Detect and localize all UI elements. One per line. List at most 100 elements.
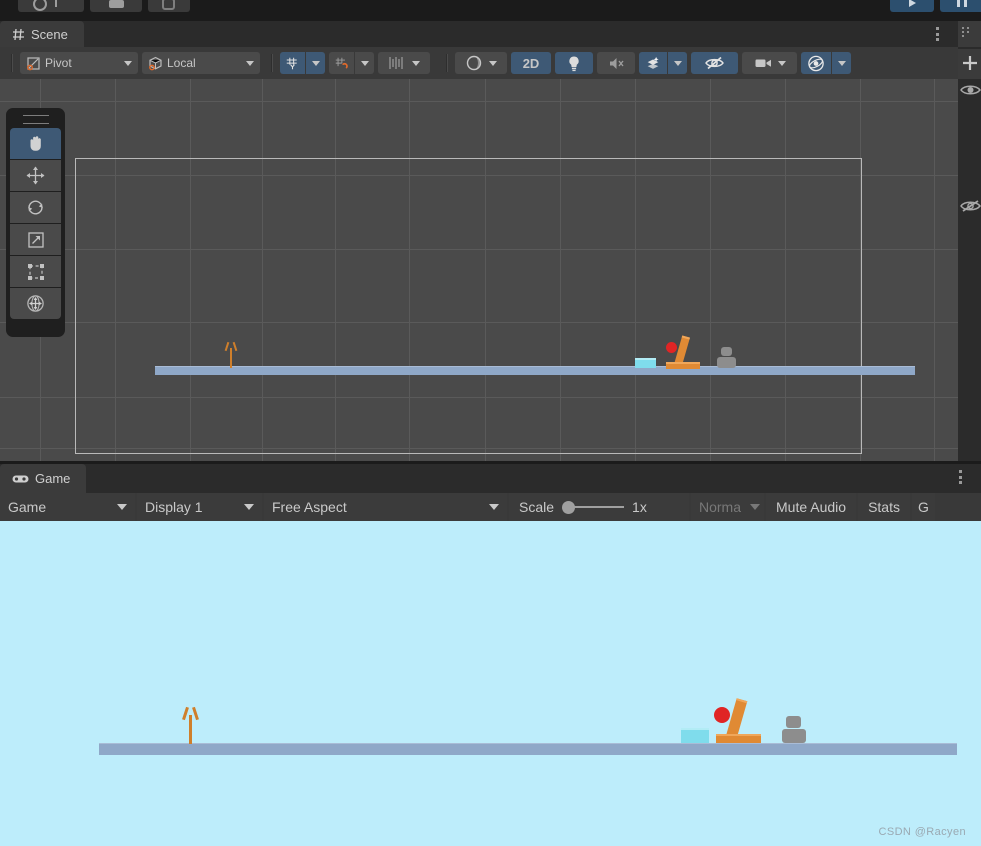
gizmos-dropdown[interactable]	[832, 52, 851, 74]
pivot-icon	[27, 56, 40, 70]
transform-tool[interactable]	[10, 288, 61, 319]
game-view-mode-dropdown[interactable]: Game	[0, 493, 135, 521]
pause-icon	[957, 0, 967, 7]
aspect-ratio-dropdown[interactable]: Free Aspect	[264, 493, 507, 521]
game-toolbar: Game Display 1 Free Aspect Scale 1x Norm…	[0, 493, 981, 521]
stats-button[interactable]: Stats	[858, 493, 910, 521]
aspect-ratio-label: Free Aspect	[272, 499, 347, 515]
game-viewport[interactable]: CSDN @Racyen	[0, 521, 981, 846]
grid-snap-dropdown[interactable]	[355, 52, 374, 74]
chevron-down-icon	[246, 60, 254, 66]
render-mode-label: Norma	[699, 499, 742, 515]
ground-platform	[99, 743, 957, 755]
toggle-2d-button[interactable]: 2D	[511, 52, 551, 74]
audio-mute-icon	[609, 57, 624, 69]
stone-bottom	[782, 729, 806, 743]
eye-icon[interactable]	[960, 83, 981, 102]
display-dropdown[interactable]: Display 1	[137, 493, 262, 521]
scale-tool[interactable]	[10, 224, 61, 255]
play-icon	[909, 0, 916, 7]
grid-magnet-icon	[335, 57, 348, 69]
rotate-icon	[28, 200, 43, 215]
chevron-down-icon	[412, 60, 420, 66]
unity-editor-window: Scene Pivot Local 2D Game Game Display 1…	[0, 0, 981, 846]
camera-settings-dropdown[interactable]	[742, 52, 797, 74]
toolbar-separator	[446, 54, 448, 72]
increment-snap-dropdown[interactable]	[378, 52, 430, 74]
chevron-down-icon	[777, 60, 786, 66]
right-side-panel-strip	[958, 21, 981, 461]
gizmos-button[interactable]: G	[911, 493, 935, 521]
tab-game[interactable]: Game	[0, 464, 87, 493]
stone-top	[786, 716, 801, 728]
game-view-mode-label: Game	[8, 499, 47, 515]
tab-scene[interactable]: Scene	[0, 21, 84, 47]
camera-icon	[755, 59, 771, 67]
cube-icon	[149, 56, 162, 70]
shaded-sphere-icon	[466, 55, 482, 70]
grid-snap-button[interactable]	[329, 52, 354, 74]
effects-dropdown[interactable]	[668, 52, 687, 74]
camera-frustum-gizmo	[75, 158, 862, 454]
shading-mode-dropdown[interactable]	[455, 52, 507, 74]
game-panel: Game Game Display 1 Free Aspect Scale 1x…	[0, 464, 981, 846]
mute-audio-button[interactable]: Mute Audio	[766, 493, 857, 521]
hand-tool[interactable]	[10, 128, 61, 159]
scene-kebab-menu-icon[interactable]	[930, 26, 944, 42]
grid-axis-dropdown[interactable]	[306, 52, 325, 74]
handle-space-dropdown[interactable]: Local	[142, 52, 260, 74]
effects-icon	[647, 56, 659, 69]
pause-button[interactable]	[940, 0, 981, 12]
main-toolbar	[0, 0, 981, 21]
game-kebab-menu-icon[interactable]	[953, 469, 967, 485]
scene-tab-row: Scene	[0, 21, 958, 47]
slingshot	[224, 341, 239, 368]
chevron-down-icon	[244, 504, 254, 510]
gizmos-button[interactable]	[801, 52, 831, 74]
render-mode-dropdown[interactable]: Norma	[691, 493, 764, 521]
handle-space-label: Local	[167, 56, 196, 70]
ground-platform	[155, 366, 915, 375]
effects-button[interactable]	[639, 52, 667, 74]
scale-icon	[27, 231, 44, 248]
display-label: Display 1	[145, 499, 203, 515]
layout-button[interactable]	[148, 0, 190, 12]
rect-transform-tool[interactable]	[10, 256, 61, 287]
watermark: CSDN @Racyen	[878, 826, 966, 838]
wooden-plank-base	[666, 362, 700, 369]
scale-value: 1x	[632, 499, 647, 515]
tab-scene-label: Scene	[31, 26, 68, 42]
pivot-mode-label: Pivot	[45, 56, 72, 70]
eye-slash-icon	[704, 56, 724, 70]
gamepad-icon	[12, 473, 29, 485]
wooden-plank-base	[716, 734, 761, 743]
red-ball	[714, 707, 730, 723]
scene-panel: Scene Pivot Local 2D	[0, 21, 958, 461]
chevron-down-icon	[750, 504, 760, 510]
rotate-tool[interactable]	[10, 192, 61, 223]
hidden-objects-toggle[interactable]	[691, 52, 738, 74]
toolbar-separator	[11, 54, 13, 72]
grid-axis-button[interactable]	[280, 52, 305, 74]
play-button[interactable]	[890, 0, 934, 12]
cloud-account-icon	[33, 0, 57, 11]
scene-toolbar: Pivot Local 2D	[0, 47, 958, 79]
move-tool[interactable]	[10, 160, 61, 191]
pivot-mode-dropdown[interactable]: Pivot	[20, 52, 138, 74]
drag-handle-icon[interactable]	[22, 115, 49, 124]
plus-icon[interactable]	[962, 55, 978, 76]
layers-icon	[109, 0, 124, 8]
scale-control[interactable]: Scale 1x	[509, 493, 689, 521]
scale-slider[interactable]	[562, 500, 625, 514]
layers-button[interactable]	[90, 0, 142, 12]
tab-game-label: Game	[35, 471, 71, 486]
audio-toggle-button[interactable]	[597, 52, 635, 74]
lighting-toggle-button[interactable]	[555, 52, 593, 74]
scene-viewport[interactable]	[0, 79, 958, 461]
chevron-down-icon	[124, 60, 132, 66]
toolbar-separator	[271, 54, 273, 72]
eye-slash-icon[interactable]	[960, 199, 981, 218]
scale-label: Scale	[519, 499, 555, 515]
account-button[interactable]	[18, 0, 84, 12]
gizmos-globe-icon	[808, 55, 824, 71]
